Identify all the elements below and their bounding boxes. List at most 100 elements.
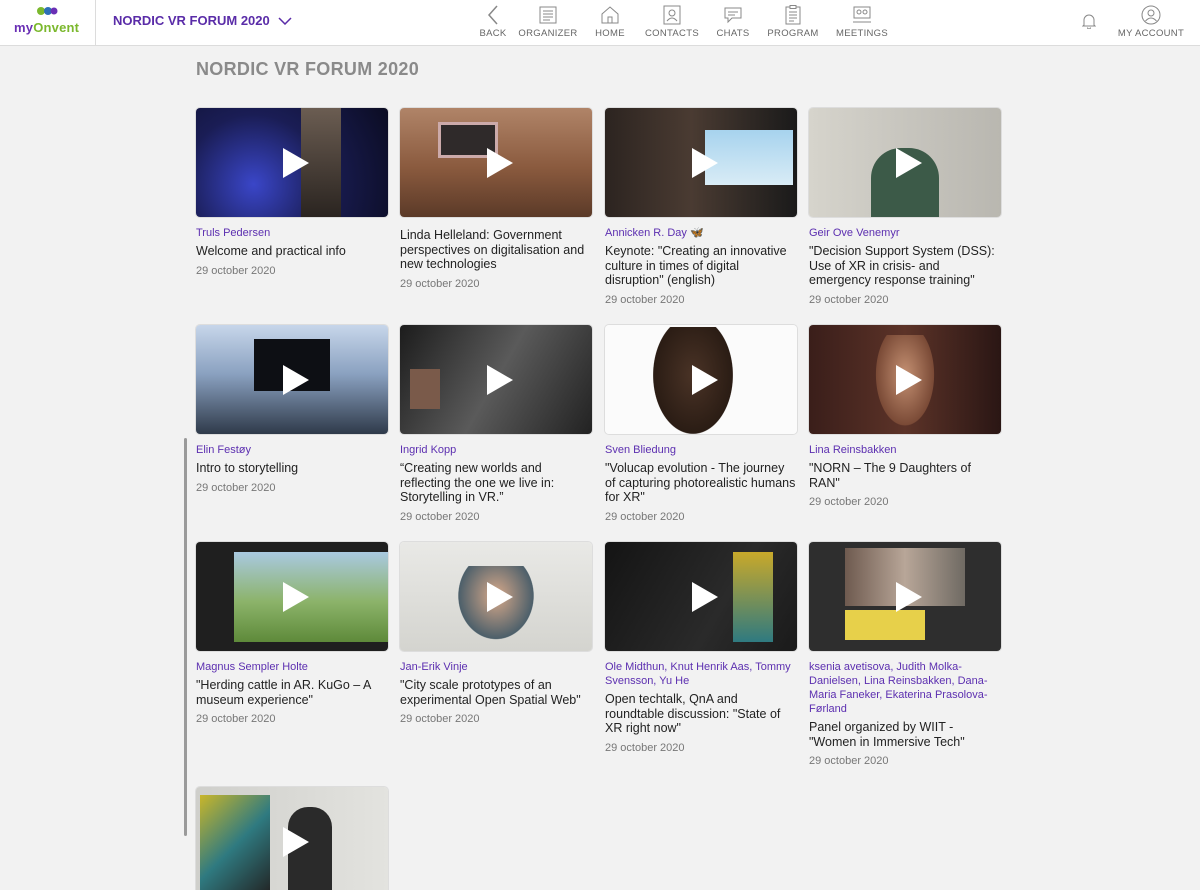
video-date: 29 october 2020 [196, 713, 276, 725]
contacts-icon [663, 5, 681, 25]
top-bar: myOnvent NORDIC VR FORUM 2020 BACK ORGAN… [0, 0, 1200, 46]
video-thumbnail[interactable] [809, 325, 1001, 434]
user-icon [1141, 5, 1161, 25]
play-icon [896, 147, 922, 178]
speaker-name[interactable]: Ingrid Kopp [400, 443, 592, 457]
play-icon [283, 581, 309, 612]
video-thumbnail[interactable] [400, 108, 592, 217]
play-icon [487, 147, 513, 178]
play-icon [487, 364, 513, 395]
my-account-label: MY ACCOUNT [1117, 28, 1185, 39]
nav-contacts[interactable]: CONTACTS [635, 4, 709, 39]
video-date: 29 october 2020 [400, 713, 480, 725]
video-card[interactable]: Geir Ove Venemyr "Decision Support Syste… [809, 108, 1001, 306]
video-thumbnail[interactable] [605, 108, 797, 217]
video-thumbnail[interactable] [196, 325, 388, 434]
video-title[interactable]: Panel organized by WIIT - "Women in Imme… [809, 720, 1001, 749]
nav-meetings-label: MEETINGS [835, 28, 888, 39]
video-thumbnail[interactable] [196, 108, 388, 217]
speaker-name[interactable]: Magnus Sempler Holte [196, 660, 388, 674]
video-date: 29 october 2020 [400, 277, 480, 290]
main-nav: BACK ORGANIZER HOME CONTACTS CHATS PROGR… [475, 4, 895, 39]
video-title[interactable]: Linda Helleland: Government perspectives… [400, 228, 592, 272]
scrollbar[interactable] [184, 438, 187, 836]
speaker-name[interactable]: Truls Pedersen [196, 226, 388, 240]
speaker-name[interactable]: Sven Bliedung [605, 443, 797, 457]
play-icon [283, 826, 309, 857]
play-icon [487, 581, 513, 612]
video-card[interactable]: Linda Helleland: Government perspectives… [400, 108, 592, 290]
chat-icon [724, 7, 742, 24]
nav-back[interactable]: BACK [475, 4, 511, 39]
video-thumbnail[interactable] [605, 542, 797, 651]
video-date: 29 october 2020 [809, 293, 889, 306]
video-title[interactable]: Welcome and practical info [196, 244, 388, 259]
document-icon [539, 6, 557, 24]
nav-program-label: PROGRAM [767, 28, 819, 39]
nav-program[interactable]: PROGRAM [757, 4, 829, 39]
speaker-name[interactable]: Geir Ove Venemyr [809, 226, 1001, 240]
chevron-left-icon [487, 5, 498, 25]
nav-organizer[interactable]: ORGANIZER [511, 4, 585, 39]
play-icon [896, 581, 922, 612]
nav-chats-label: CHATS [716, 28, 750, 39]
video-thumbnail[interactable] [809, 542, 1001, 651]
video-title[interactable]: Intro to storytelling [196, 461, 388, 476]
speaker-name[interactable]: Elin Festøy [196, 443, 388, 457]
video-title[interactable]: "NORN – The 9 Daughters of RAN" [809, 461, 1001, 490]
video-date: 29 october 2020 [605, 741, 685, 754]
nav-chats[interactable]: CHATS [709, 4, 757, 39]
video-title[interactable]: Open techtalk, QnA and roundtable discus… [605, 692, 797, 736]
video-thumbnail[interactable] [605, 325, 797, 434]
video-thumbnail[interactable] [400, 325, 592, 434]
video-card[interactable]: Truls Pedersen Welcome and practical inf… [196, 108, 388, 277]
play-icon [283, 364, 309, 395]
notifications-button[interactable] [1081, 13, 1097, 34]
nav-contacts-label: CONTACTS [645, 28, 699, 39]
video-thumbnail[interactable] [196, 542, 388, 651]
video-card[interactable]: Sven Bliedung "Volucap evolution - The j… [605, 325, 797, 523]
page-title: NORDIC VR FORUM 2020 [196, 59, 420, 79]
speaker-name[interactable]: Lina Reinsbakken [809, 443, 1001, 457]
nav-home[interactable]: HOME [585, 4, 635, 39]
video-date: 29 october 2020 [605, 293, 685, 306]
video-thumbnail[interactable] [809, 108, 1001, 217]
video-title[interactable]: "Volucap evolution - The journey of capt… [605, 461, 797, 505]
video-title[interactable]: “Creating new worlds and reflecting the … [400, 461, 592, 505]
speaker-name[interactable]: ksenia avetisova, Judith Molka-Danielsen… [809, 660, 1001, 716]
video-date: 29 october 2020 [809, 755, 889, 767]
video-card[interactable] [196, 787, 388, 890]
logo-text: myOnvent [14, 20, 80, 35]
video-card[interactable]: Jan-Erik Vinje "City scale prototypes of… [400, 542, 592, 725]
bell-icon [1081, 14, 1097, 30]
play-icon [896, 364, 922, 395]
program-icon [785, 5, 801, 25]
video-date: 29 october 2020 [196, 481, 276, 494]
speaker-name[interactable]: Ole Midthun, Knut Henrik Aas, Tommy Sven… [605, 660, 797, 688]
event-selector[interactable]: NORDIC VR FORUM 2020 [113, 13, 292, 28]
my-account-button[interactable]: MY ACCOUNT [1116, 4, 1186, 39]
video-date: 29 october 2020 [196, 264, 276, 277]
video-date: 29 october 2020 [400, 510, 480, 523]
video-card[interactable]: Magnus Sempler Holte "Herding cattle in … [196, 542, 388, 725]
nav-meetings[interactable]: MEETINGS [829, 4, 895, 39]
meetings-icon [853, 6, 871, 23]
speaker-name[interactable]: Jan-Erik Vinje [400, 660, 592, 674]
video-thumbnail[interactable] [196, 787, 388, 890]
video-title[interactable]: Keynote: "Creating an innovative culture… [605, 244, 797, 288]
video-thumbnail[interactable] [400, 542, 592, 651]
speaker-name[interactable]: Annicken R. Day 🦋 [605, 226, 797, 240]
video-card[interactable]: Ingrid Kopp “Creating new worlds and ref… [400, 325, 592, 523]
nav-organizer-label: ORGANIZER [518, 28, 578, 39]
video-title[interactable]: "City scale prototypes of an experimenta… [400, 678, 592, 707]
video-title[interactable]: "Decision Support System (DSS): Use of X… [809, 244, 1001, 288]
video-title[interactable]: "Herding cattle in AR. KuGo – A museum e… [196, 678, 388, 707]
myonvent-logo[interactable]: myOnvent [0, 0, 96, 46]
play-icon [283, 147, 309, 178]
video-card[interactable]: ksenia avetisova, Judith Molka-Danielsen… [809, 542, 1001, 767]
event-name: NORDIC VR FORUM 2020 [113, 13, 270, 28]
video-card[interactable]: Ole Midthun, Knut Henrik Aas, Tommy Sven… [605, 542, 797, 754]
video-card[interactable]: Annicken R. Day 🦋 Keynote: "Creating an … [605, 108, 797, 306]
video-card[interactable]: Elin Festøy Intro to storytelling 29 oct… [196, 325, 388, 494]
video-card[interactable]: Lina Reinsbakken "NORN – The 9 Daughters… [809, 325, 1001, 508]
